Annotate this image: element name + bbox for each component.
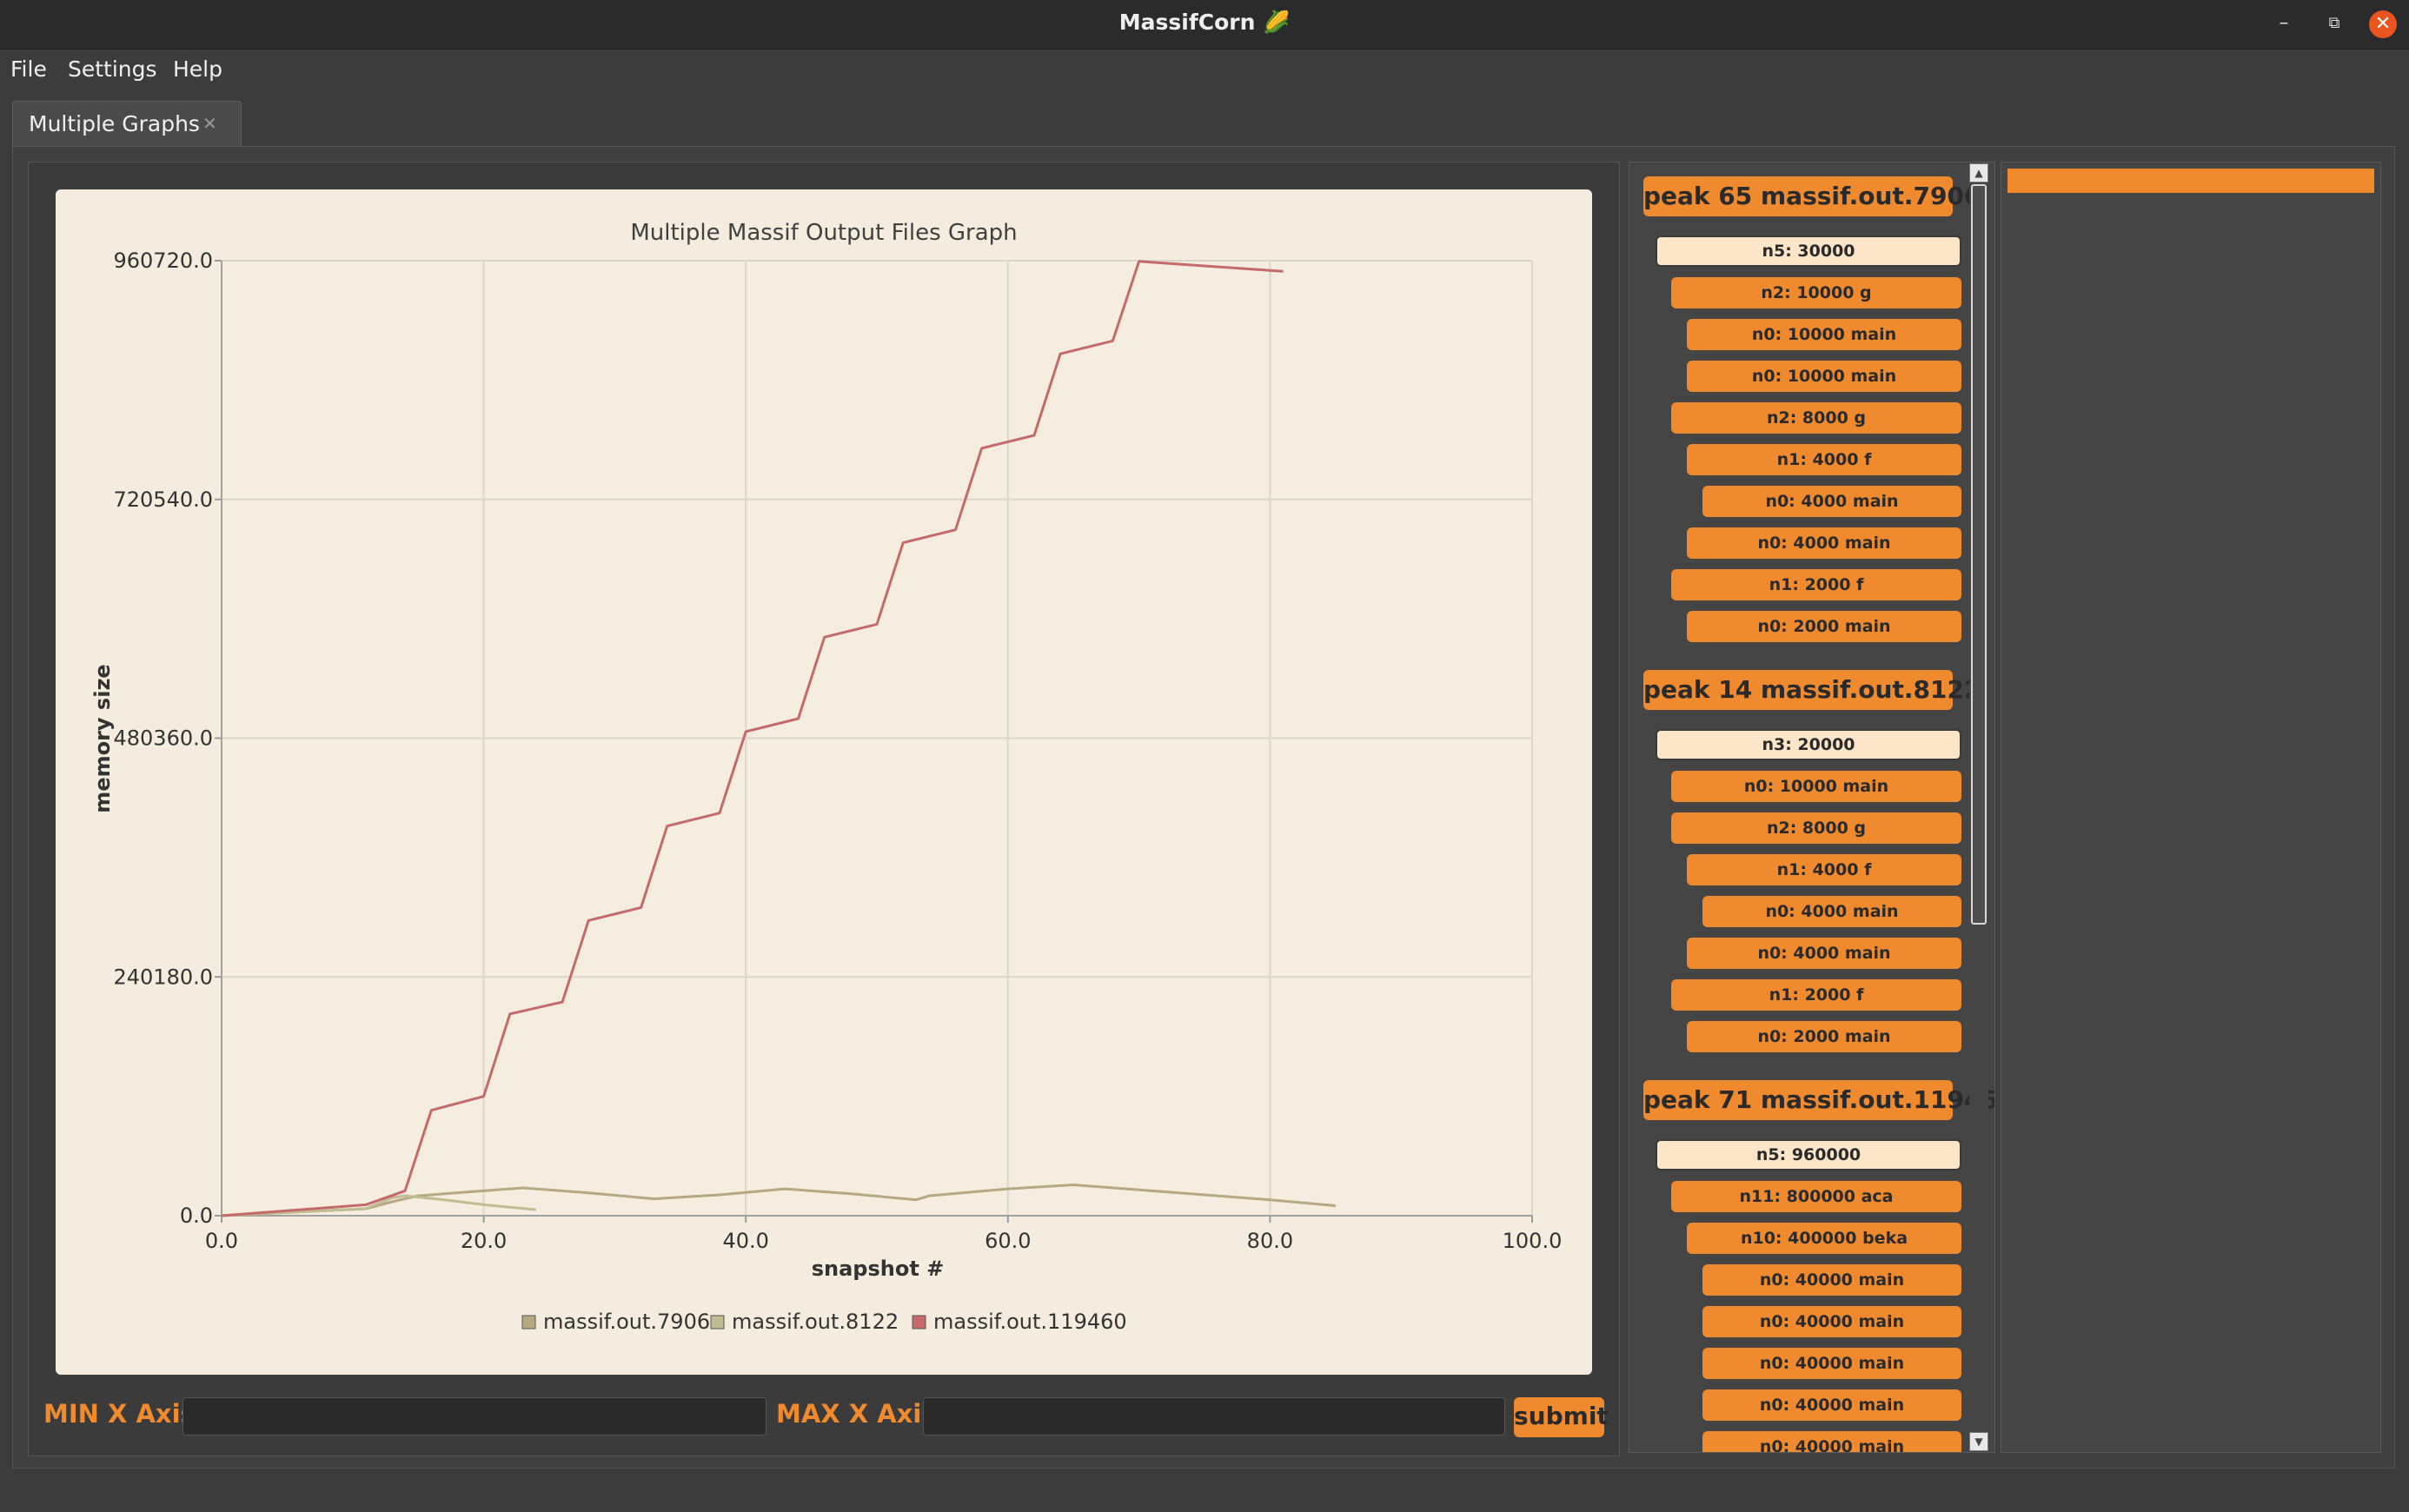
peak-tree-panel: peak 65 massif.out.7906 n5: 30000 n2: 1000… — [1629, 162, 1995, 1453]
min-x-axis-input[interactable] — [182, 1397, 766, 1436]
legend-swatch — [521, 1315, 536, 1330]
tree-node[interactable]: n1: 2000 f — [1671, 979, 1961, 1011]
peak-header[interactable]: peak 71 massif.out.119460 — [1643, 1080, 1994, 1120]
tab-label: Multiple Graphs — [29, 111, 200, 136]
chart-y-axis-label: memory size — [90, 664, 115, 812]
legend-swatch — [912, 1315, 926, 1330]
legend-swatch — [710, 1315, 725, 1330]
tab-multiple-graphs[interactable]: Multiple Graphs ✕ — [12, 101, 242, 146]
tree-node[interactable]: n0: 4000 main — [1687, 938, 1961, 969]
memory-chart: Multiple Massif Output Files Graph memor… — [90, 220, 1563, 1334]
legend-label: massif.out.119460 — [933, 1310, 1127, 1334]
tab-close-icon[interactable]: ✕ — [202, 102, 217, 145]
y-tick-label: 0.0 — [180, 1204, 213, 1228]
tree-node[interactable]: n0: 40000 main — [1702, 1431, 1961, 1452]
peak-header[interactable]: peak 65 massif.out.7906 — [1643, 176, 1981, 216]
tree-node[interactable]: n10: 400000 beka — [1687, 1223, 1961, 1254]
tree-node[interactable]: n5: 960000 — [1656, 1139, 1961, 1170]
menu-help[interactable]: Help — [173, 50, 222, 91]
menu-settings[interactable]: Settings — [68, 50, 157, 91]
x-tick-label: 40.0 — [722, 1229, 768, 1253]
window-title: MassifCorn 🌽 — [1118, 10, 1291, 35]
chart-legend: massif.out.7906 massif.out.8122 massif.out… — [521, 1310, 1127, 1334]
legend-label: massif.out.7906 — [543, 1310, 710, 1334]
x-tick-label: 60.0 — [985, 1229, 1031, 1253]
chart-title: Multiple Massif Output Files Graph — [630, 220, 1017, 246]
menu-bar: File Settings Help — [0, 50, 2409, 91]
detail-bar — [2008, 169, 2374, 193]
chart-grid — [221, 260, 1533, 1217]
y-tick-label: 960720.0 — [113, 249, 213, 273]
tree-node[interactable]: n0: 40000 main — [1702, 1348, 1961, 1379]
tree-node[interactable]: n2: 8000 g — [1671, 812, 1961, 844]
tree-node[interactable]: n0: 10000 main — [1687, 361, 1961, 392]
y-tick-label: 480360.0 — [113, 726, 213, 751]
tree-node[interactable]: n0: 40000 main — [1702, 1264, 1961, 1296]
tree-node[interactable]: n2: 8000 g — [1671, 402, 1961, 434]
scroll-down-arrow-icon[interactable]: ▼ — [1969, 1432, 1988, 1451]
y-tick-label: 240180.0 — [113, 965, 213, 989]
tree-scrollbar-thumb[interactable] — [1971, 184, 1987, 925]
tree-node[interactable]: n0: 4000 main — [1702, 896, 1961, 927]
scroll-up-arrow-icon[interactable]: ▲ — [1969, 163, 1988, 182]
tree-node[interactable]: n3: 20000 — [1656, 729, 1961, 760]
close-window-button[interactable]: ✕ — [2369, 10, 2397, 38]
peak-header[interactable]: peak 14 massif.out.8122 — [1643, 670, 1981, 710]
title-bar: MassifCorn 🌽 – ⧉ ✕ — [0, 0, 2409, 50]
tree-node[interactable]: n1: 4000 f — [1687, 444, 1961, 475]
tree-node[interactable]: n0: 10000 main — [1671, 771, 1961, 802]
tree-node[interactable]: n5: 30000 — [1656, 235, 1961, 267]
tree-node[interactable]: n1: 4000 f — [1687, 854, 1961, 885]
menu-file[interactable]: File — [10, 50, 47, 91]
min-x-axis-label: MIN X Axis: — [43, 1399, 206, 1429]
tree-node[interactable]: n0: 4000 main — [1687, 527, 1961, 559]
tree-node[interactable]: n0: 2000 main — [1687, 611, 1961, 642]
tree-node[interactable]: n0: 2000 main — [1687, 1021, 1961, 1052]
tree-node[interactable]: n0: 40000 main — [1702, 1389, 1961, 1421]
max-x-axis-input[interactable] — [923, 1397, 1505, 1436]
x-tick-label: 20.0 — [461, 1229, 507, 1253]
peak-tree-list: peak 65 massif.out.7906 n5: 30000 n2: 1000… — [1629, 162, 1994, 1452]
tree-node[interactable]: n11: 800000 aca — [1671, 1181, 1961, 1212]
max-x-axis-label: MAX X Axis: — [776, 1399, 947, 1429]
submit-button[interactable]: submit — [1514, 1397, 1609, 1437]
tree-node[interactable]: n1: 2000 f — [1671, 569, 1961, 600]
x-tick-label: 80.0 — [1247, 1229, 1293, 1253]
legend-label: massif.out.8122 — [732, 1310, 899, 1334]
x-tick-label: 100.0 — [1503, 1229, 1563, 1253]
chart-x-axis-label: snapshot # — [812, 1257, 945, 1281]
tree-node[interactable]: n0: 4000 main — [1702, 486, 1961, 517]
tree-node[interactable]: n0: 40000 main — [1702, 1306, 1961, 1337]
tree-node[interactable]: n2: 10000 g — [1671, 277, 1961, 308]
chart-card: Multiple Massif Output Files Graph memor… — [56, 189, 1592, 1375]
detail-panel — [2001, 162, 2381, 1453]
maximize-button[interactable]: ⧉ — [2320, 10, 2348, 38]
x-tick-label: 0.0 — [205, 1229, 238, 1253]
tree-node[interactable]: n0: 10000 main — [1687, 319, 1961, 350]
y-tick-label: 720540.0 — [113, 487, 213, 512]
minimize-button[interactable]: – — [2270, 10, 2298, 38]
